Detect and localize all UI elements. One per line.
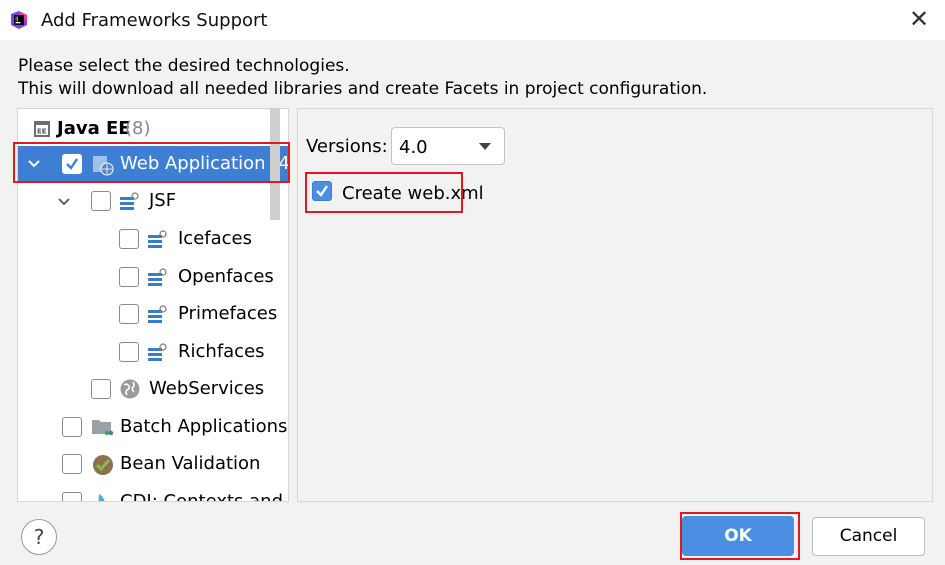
jsf-library-icon [148,268,167,286]
versions-label: Versions: [306,136,388,157]
tree-item-label: WebServices [149,378,265,399]
tree-item-richfaces[interactable]: Richfaces [18,334,288,370]
richfaces-checkbox[interactable] [119,342,139,362]
settings-panel [297,108,933,502]
globe-icon [120,379,140,399]
intellij-app-icon: IJ [11,11,27,29]
tree-item-bean-validation[interactable]: Bean Validation [18,446,288,482]
tree-item-icefaces[interactable]: Icefaces [18,221,288,257]
tree-item-jsf[interactable]: JSF [18,183,288,219]
tree-item-primefaces[interactable]: Primefaces [18,296,288,332]
tree-item-openfaces[interactable]: Openfaces [18,259,288,295]
java-ee-icon: EE [34,121,50,137]
chevron-down-icon[interactable] [57,195,71,209]
jsf-library-icon [148,343,167,361]
dialog-title: Add Frameworks Support [41,10,268,31]
group-count: (8) [125,118,151,139]
primefaces-checkbox[interactable] [119,304,139,324]
tree-item-label: Icefaces [178,228,252,249]
tree-item-batch-applications[interactable]: Batch Applications [18,409,288,445]
tree-item-label: Richfaces [178,341,265,362]
batch-folder-icon [92,420,114,436]
bean-validation-icon [93,455,113,475]
bean-validation-checkbox[interactable] [62,454,82,474]
cdi-icon [98,494,105,501]
batch-applications-checkbox[interactable] [62,417,82,437]
openfaces-checkbox[interactable] [119,267,139,287]
tree-item-label: Batch Applications [120,416,288,437]
svg-text:EE: EE [37,128,47,136]
tree-item-webservices[interactable]: WebServices [18,371,288,407]
description-line-1: Please select the desired technologies. [18,56,350,76]
highlight-create-webxml [305,172,463,213]
jsf-library-icon [148,305,167,323]
svg-text:IJ: IJ [15,17,19,23]
jsf-icon [120,192,139,210]
close-icon[interactable]: ✕ [904,4,934,34]
ok-button[interactable]: OK [682,516,794,556]
webservices-checkbox[interactable] [91,379,111,399]
cancel-button[interactable]: Cancel [812,517,925,556]
dropdown-arrow-icon[interactable] [478,141,492,151]
jsf-library-icon [148,230,167,248]
cdi-checkbox[interactable] [62,492,82,501]
tree-item-label: Bean Validation [120,453,261,474]
tree-item-label: CDI: Contexts and De [120,491,288,502]
jsf-checkbox[interactable] [91,191,111,211]
tree-item-label: Openfaces [178,266,274,287]
tree-item-label: JSF [149,190,177,211]
version-value: 4.0 [399,137,428,158]
tree-item-label: Primefaces [178,303,278,324]
icefaces-checkbox[interactable] [119,229,139,249]
description-line-2: This will download all needed libraries … [18,79,708,99]
tree-item-cdi[interactable]: CDI: Contexts and De [18,484,288,502]
group-label: Java EE [57,118,131,139]
highlight-web-application [13,142,290,183]
help-button[interactable]: ? [21,519,57,555]
